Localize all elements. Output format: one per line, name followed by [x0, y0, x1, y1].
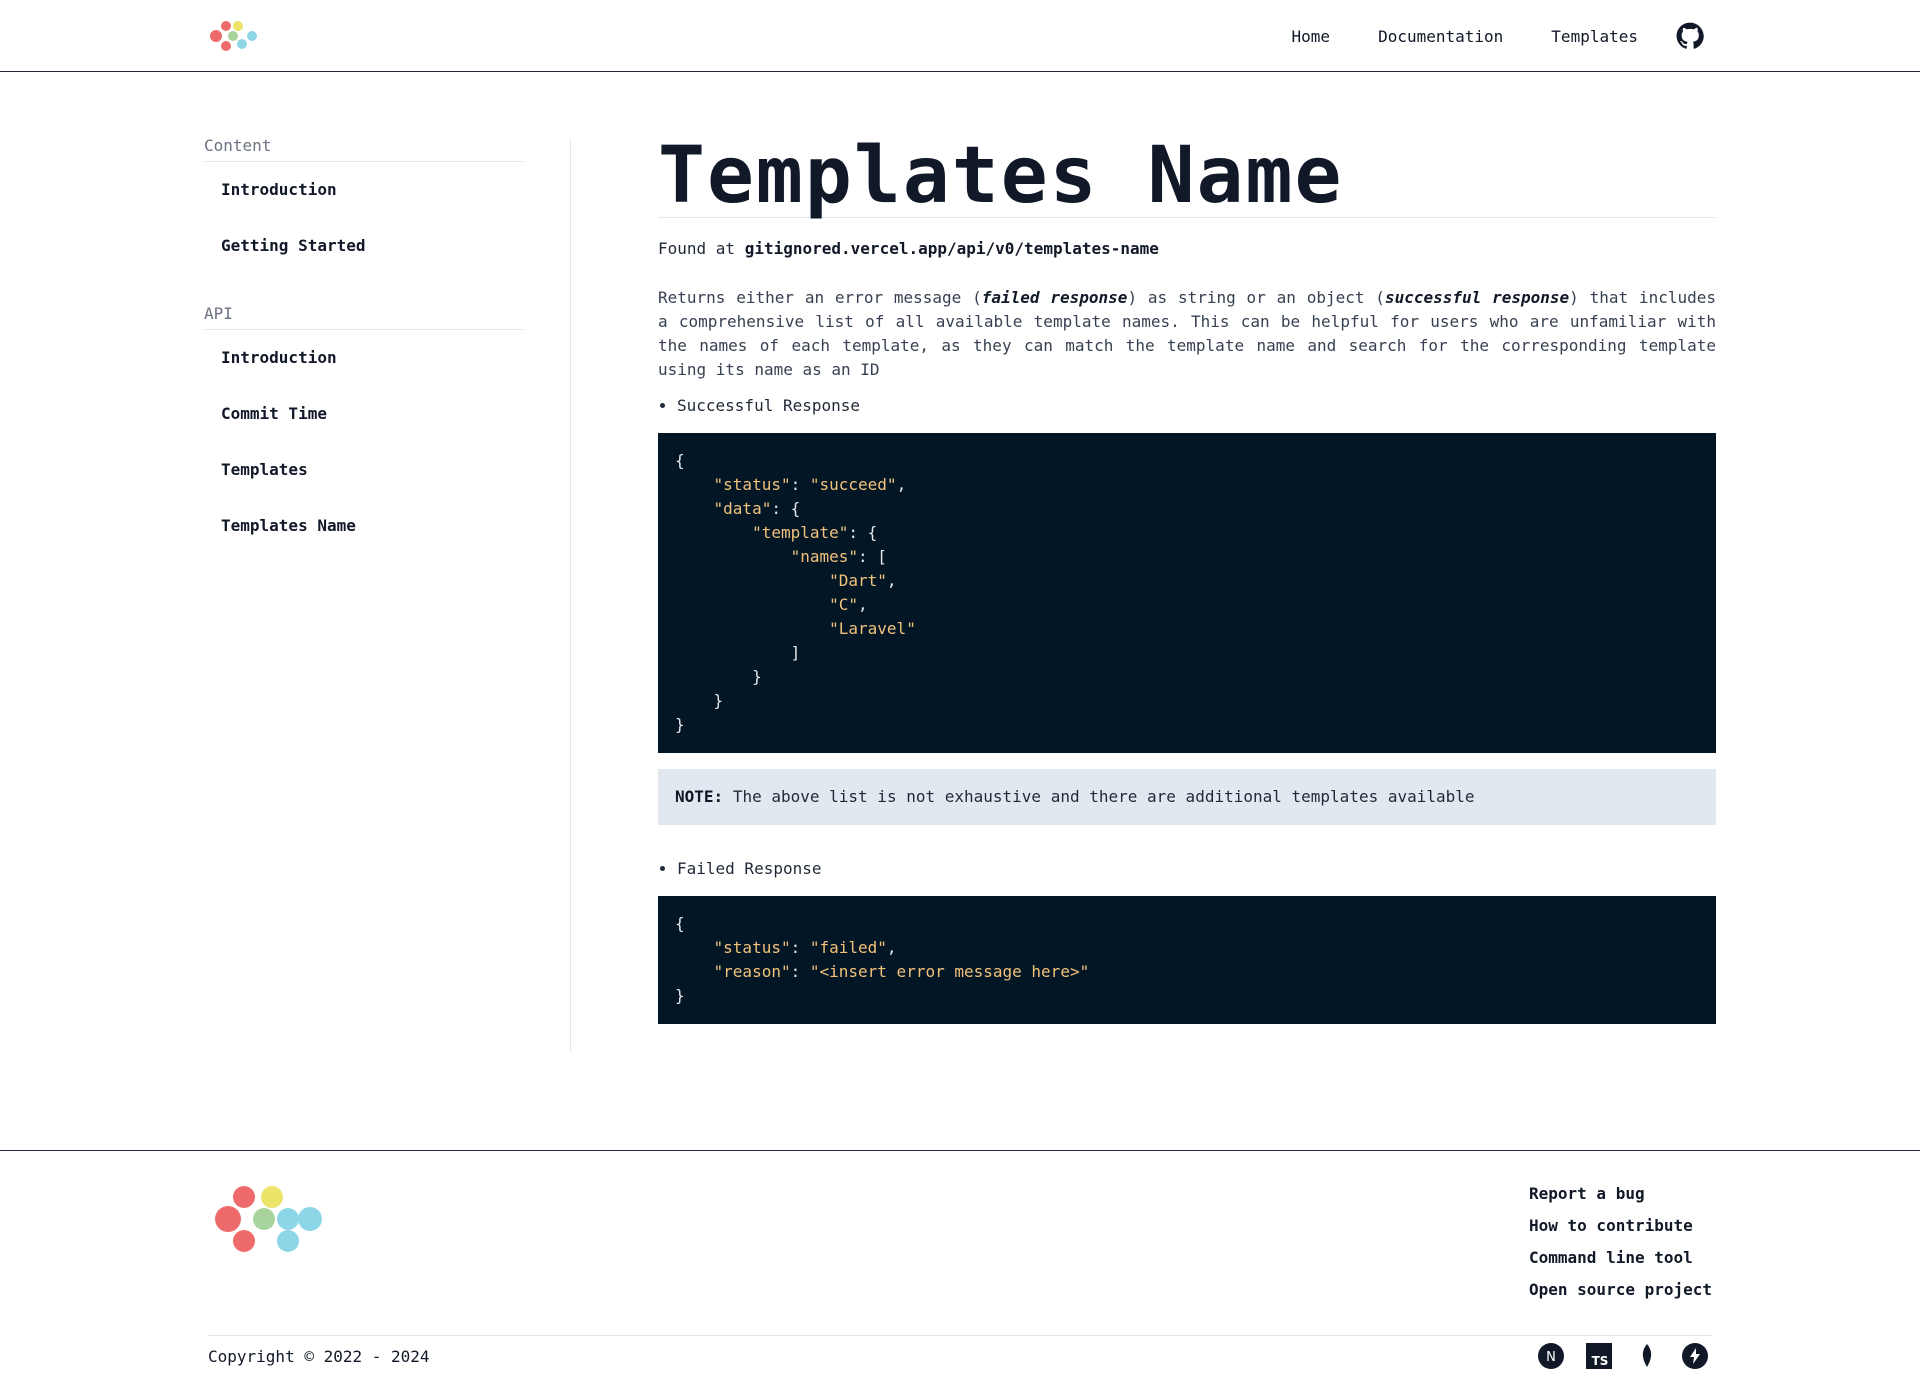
logo-icon[interactable]: [208, 1183, 328, 1255]
copyright: Copyright © 2022 - 2024: [208, 1347, 430, 1366]
desc-text: Returns either an error message (: [658, 288, 982, 307]
svg-text:N: N: [1546, 1350, 1556, 1365]
failed-label: Failed Response: [677, 859, 822, 878]
svg-text:TS: TS: [1592, 1354, 1609, 1368]
code-status-value: "succeed": [809, 475, 897, 494]
code-status-value: "failed": [809, 938, 887, 957]
code-name-value: "C": [829, 595, 859, 614]
success-bullet: Successful Response: [658, 396, 1716, 415]
code-name-value: "Laravel": [829, 619, 916, 638]
footer: Report a bug How to contribute Command l…: [0, 1150, 1920, 1392]
code-reason-value: "<insert error message here>": [809, 962, 1090, 981]
sidebar-item-templates-name[interactable]: Templates Name: [204, 506, 524, 562]
sidebar: Content Introduction Getting Started API…: [204, 136, 524, 584]
endpoint-prefix: Found at: [658, 239, 736, 258]
mongodb-icon[interactable]: [1634, 1343, 1660, 1369]
endpoint-line: Found at gitignored.vercel.app/api/v0/te…: [658, 239, 1716, 258]
top-header: Home Documentation Templates: [0, 0, 1920, 72]
main-content: Templates Name Found at gitignored.verce…: [658, 128, 1716, 1024]
sidebar-item-introduction[interactable]: Introduction: [204, 170, 524, 226]
main-nav: Home Documentation Templates: [1244, 0, 1704, 72]
tech-icons: N TS: [1538, 1343, 1708, 1369]
failed-code-block[interactable]: { "status": "failed", "reason": "<insert…: [658, 896, 1716, 1024]
sidebar-item-getting-started[interactable]: Getting Started: [204, 226, 524, 282]
sidebar-heading: API: [204, 304, 524, 330]
page-title: Templates Name: [658, 128, 1716, 221]
success-code-block[interactable]: { "status": "succeed", "data": { "templa…: [658, 433, 1716, 753]
note-text: The above list is not exhaustive and the…: [732, 787, 1475, 806]
nav-home[interactable]: Home: [1292, 27, 1331, 46]
desc-failed-emphasis: failed response: [981, 288, 1128, 307]
sidebar-item-templates[interactable]: Templates: [204, 450, 524, 506]
success-label: Successful Response: [677, 396, 861, 415]
desc-success-emphasis: successful response: [1384, 288, 1570, 307]
sidebar-item-commit-time[interactable]: Commit Time: [204, 394, 524, 450]
endpoint-url: gitignored.vercel.app/api/v0/templates-n…: [744, 239, 1159, 258]
footer-divider: [208, 1335, 1712, 1336]
logo-icon[interactable]: [206, 18, 260, 54]
footer-links: Report a bug How to contribute Command l…: [1529, 1183, 1712, 1311]
nextjs-icon[interactable]: N: [1538, 1343, 1564, 1369]
sidebar-section-api: API Introduction Commit Time Templates T…: [204, 304, 524, 562]
desc-text: ) as string or an object (: [1127, 288, 1385, 307]
sidebar-heading: Content: [204, 136, 524, 162]
thunder-icon[interactable]: [1682, 1343, 1708, 1369]
sidebar-section-content: Content Introduction Getting Started: [204, 136, 524, 282]
sidebar-divider: [570, 138, 571, 1052]
typescript-icon[interactable]: TS: [1586, 1343, 1612, 1369]
footer-link-contribute[interactable]: How to contribute: [1529, 1215, 1712, 1247]
github-icon[interactable]: [1676, 22, 1704, 50]
nav-templates[interactable]: Templates: [1551, 27, 1638, 46]
nav-documentation[interactable]: Documentation: [1378, 27, 1503, 46]
sidebar-item-api-introduction[interactable]: Introduction: [204, 338, 524, 394]
failed-bullet: Failed Response: [658, 859, 1716, 878]
footer-link-cli[interactable]: Command line tool: [1529, 1247, 1712, 1279]
bullet-icon: [660, 866, 665, 871]
code-name-value: "Dart": [829, 571, 887, 590]
note-callout: NOTE: The above list is not exhaustive a…: [658, 769, 1716, 825]
note-label: NOTE:: [675, 787, 724, 806]
footer-link-report-bug[interactable]: Report a bug: [1529, 1183, 1712, 1215]
bullet-icon: [660, 403, 665, 408]
description: Returns either an error message (failed …: [658, 286, 1716, 382]
footer-link-open-source[interactable]: Open source project: [1529, 1279, 1712, 1311]
